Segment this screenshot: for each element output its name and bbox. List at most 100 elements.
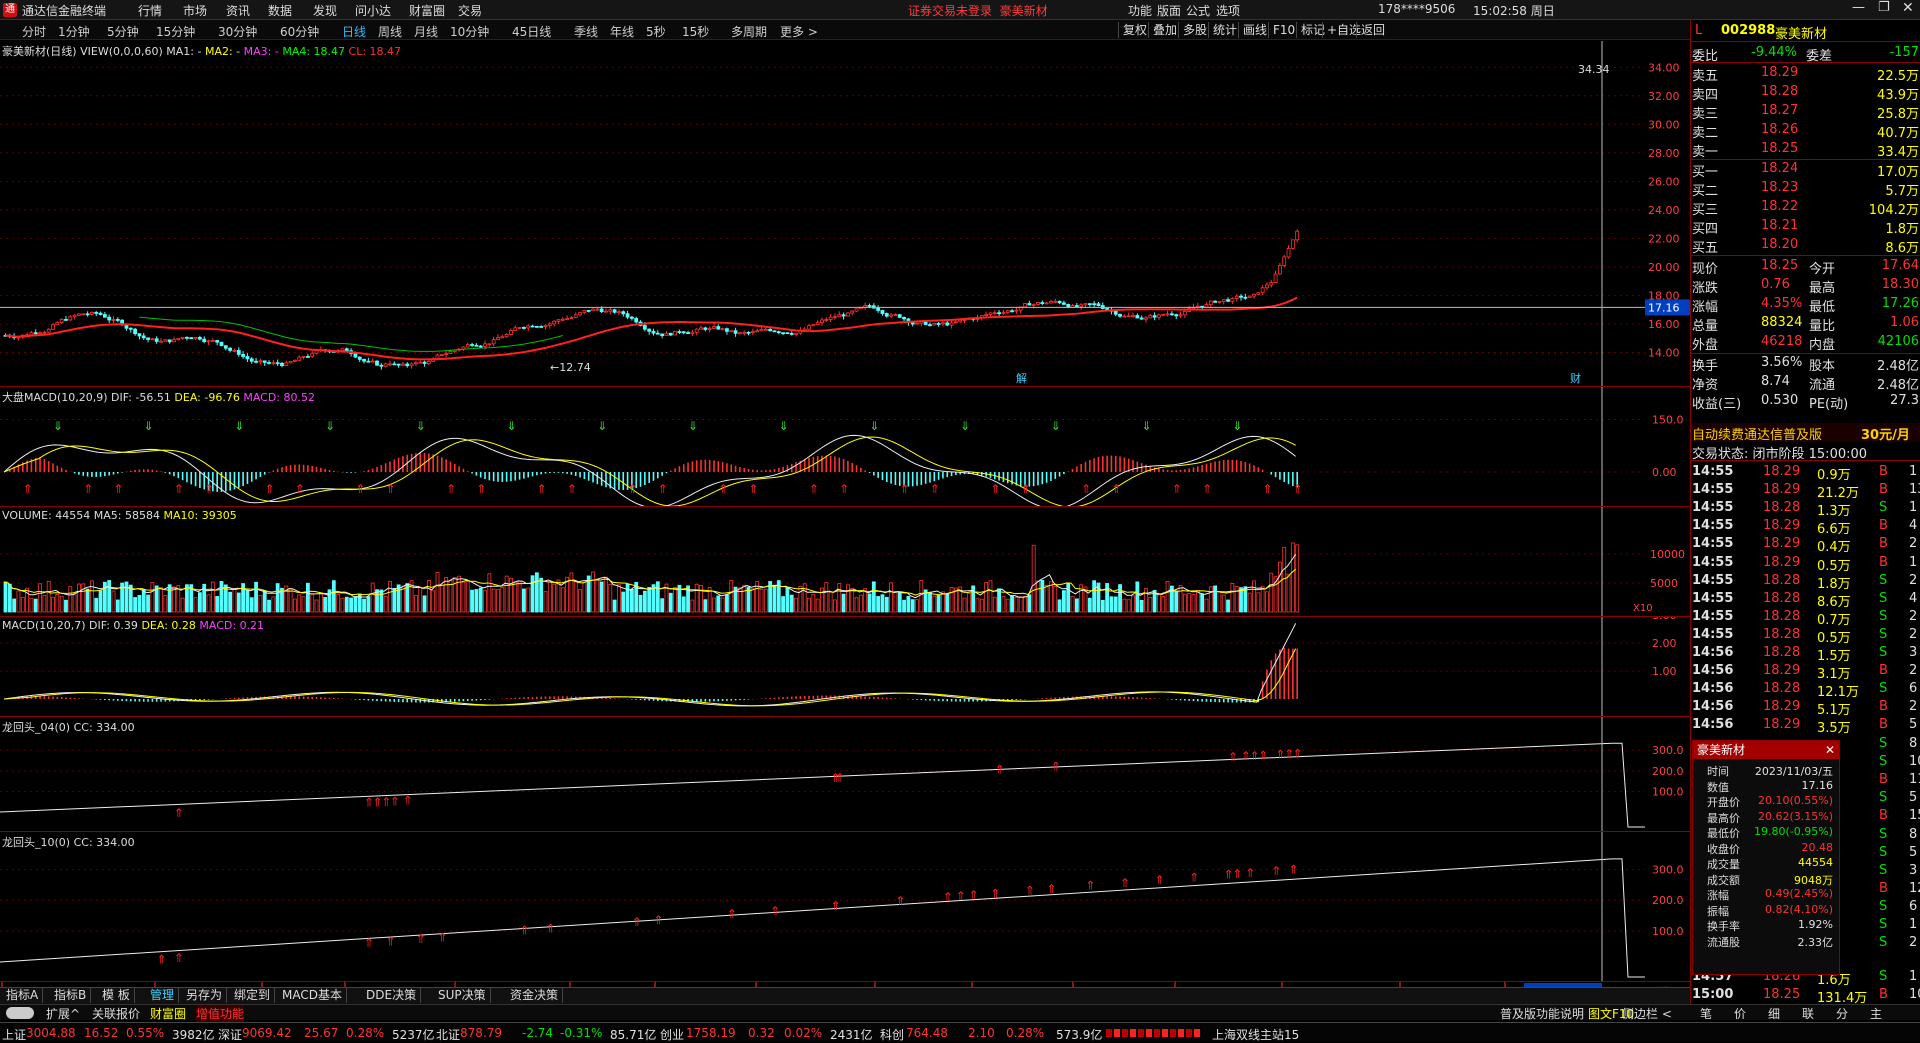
formula-tab-5[interactable]: 绑定到 bbox=[230, 988, 276, 1003]
bid-row-3[interactable]: 买四 18.21 1.8万 bbox=[1691, 217, 1920, 237]
ask-row-0[interactable]: 卖五 18.29 22.5万 bbox=[1691, 64, 1920, 84]
formula-tab-6[interactable]: MACD基本 bbox=[278, 988, 347, 1003]
side-tab-5[interactable]: 主 bbox=[1870, 1005, 1882, 1022]
toolbar-btn-2[interactable]: 多股 bbox=[1178, 22, 1211, 38]
bid-row-2[interactable]: 买三 18.22 104.2万 bbox=[1691, 198, 1920, 218]
ask-row-3[interactable]: 卖二 18.26 40.7万 bbox=[1691, 121, 1920, 141]
toolbar-btn-1[interactable]: 叠加 bbox=[1148, 22, 1181, 38]
period-tab-7[interactable]: 周线 bbox=[378, 23, 402, 40]
toolbar-btn-4[interactable]: 画线 bbox=[1238, 22, 1271, 38]
period-tab-3[interactable]: 15分钟 bbox=[156, 23, 195, 40]
long-return-10-chart[interactable]: 300.0200.0100.0⇑ ⇑⇑ ⇑ ⇑ ⇑ ⇑ ⇑ ⇑ ⇑ ⇑ ⇑ ⇑ ⇑ ⇑ ⇑ ⇑ ⇑ ⇑ ⇑ ⇑ ⇑ ⇑ ⇑ ⇑… bbox=[0, 832, 1690, 982]
ext-tab-3[interactable]: 增值功能 bbox=[196, 1005, 245, 1022]
tick-row-0[interactable]: 14:55 18.29 0.9万 B 1 bbox=[1691, 463, 1920, 483]
tick-row-tail-1[interactable]: 15:0018.25131.4万B108 bbox=[1691, 986, 1920, 1006]
formula-tab-4[interactable]: 另存为 bbox=[182, 988, 228, 1003]
side-tab-3[interactable]: 联 bbox=[1802, 1005, 1814, 1022]
period-tab-5[interactable]: 60分钟 bbox=[280, 23, 319, 40]
menu-1[interactable]: 市场 bbox=[183, 2, 207, 19]
market-macd-panel[interactable]: 150.0 0.00 ⇑ ⇓ ⇑ ⇑ ⇓ ⇑ ⇑ ⇓ ⇑ ⇑ ⇓ ⇑ ⇑ ⇓ ⇑ ⇑ ⇓ ⇑ ⇑ ⇓ ⇑ ⇑ ⇓ ⇑ ⇑ ⇓ ⇑ ⇑ ⇓ ⇑ ⇑… bbox=[0, 387, 1690, 507]
kline-chart[interactable]: 34.00 32.00 30.00 28.00 26.00 24.00 22.00 20.00… bbox=[0, 41, 1690, 387]
menu-4[interactable]: 发现 bbox=[313, 2, 337, 19]
period-tab-14[interactable]: 15秒 bbox=[682, 23, 709, 40]
close-icon[interactable]: ✕ bbox=[1902, 0, 1914, 16]
menu-2[interactable]: 资讯 bbox=[226, 2, 250, 19]
period-tab-2[interactable]: 5分钟 bbox=[107, 23, 139, 40]
period-tab-4[interactable]: 30分钟 bbox=[218, 23, 257, 40]
period-tab-13[interactable]: 5秒 bbox=[646, 23, 666, 40]
formula-tab-8[interactable]: SUP决策 bbox=[434, 988, 491, 1003]
toolbar-btn-5[interactable]: F10 bbox=[1268, 22, 1299, 38]
period-tab-0[interactable]: 分时 bbox=[22, 23, 46, 40]
period-tab-8[interactable]: 月线 bbox=[414, 23, 438, 40]
tick-row-13[interactable]: 14:56 18.29 5.1万 B 2 bbox=[1691, 698, 1920, 718]
period-tab-16[interactable]: 更多 > bbox=[780, 23, 818, 40]
toolbar-btn-8[interactable]: 返回 bbox=[1356, 22, 1389, 38]
long-return-04-panel[interactable]: 300.0 200.0 100.0 ⇑ ⇑ ⇑ ⇑ ⇑ ⇑ ⇑ ⇑ ⇑ ⇑ ⇑ ⇑ ⇑ ⇑ ⇑ ⇑ ⇑ 龙回头_04(… bbox=[0, 717, 1690, 832]
tick-row-9[interactable]: 14:55 18.28 0.5万 S 2 bbox=[1691, 626, 1920, 646]
period-tab-6[interactable]: 日线 bbox=[342, 23, 366, 40]
bid-row-0[interactable]: 买一 18.24 17.0万 bbox=[1691, 160, 1920, 180]
side-tab-4[interactable]: 分 bbox=[1836, 1005, 1848, 1022]
bid-row-4[interactable]: 买五 18.20 8.6万 bbox=[1691, 236, 1920, 256]
volume-panel[interactable]: 10000 5000 X10 VOLUME: 44554 MA5: 58584 MA… bbox=[0, 507, 1690, 617]
side-tab-1[interactable]: 价 bbox=[1734, 1005, 1746, 1022]
period-tab-15[interactable]: 多周期 bbox=[731, 23, 767, 40]
tick-row-2[interactable]: 14:55 18.28 1.3万 S 1 bbox=[1691, 499, 1920, 519]
menu-5[interactable]: 问小达 bbox=[355, 2, 391, 19]
tick-row-5[interactable]: 14:55 18.29 0.5万 B 1 bbox=[1691, 554, 1920, 574]
formula-tab-7[interactable]: DDE决策 bbox=[362, 988, 422, 1003]
tick-row-10[interactable]: 14:56 18.28 1.5万 S 3 bbox=[1691, 644, 1920, 664]
promo-price[interactable]: 30元/月 bbox=[1861, 424, 1910, 443]
tick-row-8[interactable]: 14:55 18.28 0.7万 S 2 bbox=[1691, 608, 1920, 628]
period-tab-12[interactable]: 年线 bbox=[610, 23, 634, 40]
formula-tab-2[interactable]: 模 板 bbox=[98, 988, 135, 1003]
right-menu-3[interactable]: 选项 bbox=[1216, 2, 1240, 19]
menu-3[interactable]: 数据 bbox=[268, 2, 292, 19]
side-tab-2[interactable]: 细 bbox=[1768, 1005, 1780, 1022]
ask-row-4[interactable]: 卖一 18.25 33.4万 bbox=[1691, 140, 1920, 160]
formula-tab-9[interactable]: 资金决策 bbox=[506, 988, 564, 1003]
volume-chart[interactable]: 10000 5000 X10 bbox=[0, 507, 1690, 617]
ext-tab-2[interactable]: 财富圈 bbox=[150, 1005, 186, 1022]
right-menu-0[interactable]: 功能 bbox=[1128, 2, 1152, 19]
tick-row-1[interactable]: 14:5518.2921.2万B13 bbox=[1691, 481, 1920, 501]
right-bottom-link-2[interactable]: 侧边栏 < bbox=[1622, 1005, 1672, 1022]
chart-area[interactable]: 34.00 32.00 30.00 28.00 26.00 24.00 22.00 20.00… bbox=[0, 41, 1690, 1003]
bid-row-1[interactable]: 买二 18.23 5.7万 bbox=[1691, 179, 1920, 199]
long-return-10-panel[interactable]: 300.0 200.0 100.0 ⇑ ⇑ ⇑ ⇑ ⇑ ⇑ ⇑ ⇑ ⇑ ⇑ ⇑ ⇑ ⇑ ⇑ ⇑ ⇑ ⇑ ⇑ ⇑ ⇑ ⇑ ⇑ ⇑ ⇑ ⇑… bbox=[0, 832, 1690, 982]
tick-row-7[interactable]: 14:55 18.28 8.6万 S 4 bbox=[1691, 590, 1920, 610]
tick-row-6[interactable]: 14:55 18.28 1.8万 S 2 bbox=[1691, 572, 1920, 592]
tick-row-11[interactable]: 14:56 18.29 3.1万 B 2 bbox=[1691, 662, 1920, 682]
side-tab-0[interactable]: 笔 bbox=[1700, 1005, 1712, 1022]
formula-tab-0[interactable]: 指标A bbox=[2, 988, 44, 1003]
menu-6[interactable]: 财富圈 bbox=[409, 2, 445, 19]
formula-tab-1[interactable]: 指标B bbox=[50, 988, 92, 1003]
ext-tab-0[interactable]: 扩展^ bbox=[46, 1005, 80, 1022]
macd-panel[interactable]: 3.00 2.00 1.00 MACD(10,20,7) DIF: 0.39 DEA… bbox=[0, 617, 1690, 717]
tick-row-4[interactable]: 14:55 18.29 0.4万 B 2 bbox=[1691, 535, 1920, 555]
period-tab-1[interactable]: 1分钟 bbox=[58, 23, 90, 40]
menu-0[interactable]: 行情 bbox=[138, 2, 162, 19]
minimize-icon[interactable]: — bbox=[1852, 0, 1865, 15]
toolbar-btn-0[interactable]: 复权 bbox=[1118, 22, 1151, 38]
tick-row-12[interactable]: 14:56 18.28 12.1万 S 6 bbox=[1691, 680, 1920, 700]
right-bottom-link-0[interactable]: 普及版功能说明 bbox=[1500, 1005, 1584, 1022]
tooltip-close-icon[interactable]: ✕ bbox=[1825, 741, 1835, 759]
promo-text[interactable]: 自动续费通达信普及版 bbox=[1692, 424, 1822, 443]
toolbar-btn-3[interactable]: 统计 bbox=[1208, 22, 1241, 38]
right-menu-1[interactable]: 版面 bbox=[1157, 2, 1181, 19]
ext-tab-1[interactable]: 关联报价 bbox=[92, 1005, 140, 1022]
right-menu-2[interactable]: 公式 bbox=[1186, 2, 1210, 19]
formula-tab-3[interactable]: 管理 bbox=[146, 988, 180, 1003]
menu-7[interactable]: 交易 bbox=[458, 2, 482, 19]
toggle-switch[interactable] bbox=[6, 1007, 34, 1019]
period-tab-9[interactable]: 10分钟 bbox=[450, 23, 489, 40]
macd-chart[interactable]: 3.00 2.00 1.00 bbox=[0, 617, 1690, 717]
tick-row-3[interactable]: 14:55 18.29 6.6万 B 4 bbox=[1691, 517, 1920, 537]
period-tab-11[interactable]: 季线 bbox=[574, 23, 598, 40]
long-return-04-chart[interactable]: 300.0200.0100.0⇑⇑⇑⇑⇑ ⇑⇑⇑⇑ ⇑⇑ ⇑⇑⇑ ⇑⇑⇑ bbox=[0, 717, 1690, 832]
ask-row-2[interactable]: 卖三 18.27 25.8万 bbox=[1691, 102, 1920, 122]
user-account[interactable]: 178****9506 bbox=[1378, 2, 1455, 16]
period-tab-10[interactable]: 45日线 bbox=[512, 23, 551, 40]
